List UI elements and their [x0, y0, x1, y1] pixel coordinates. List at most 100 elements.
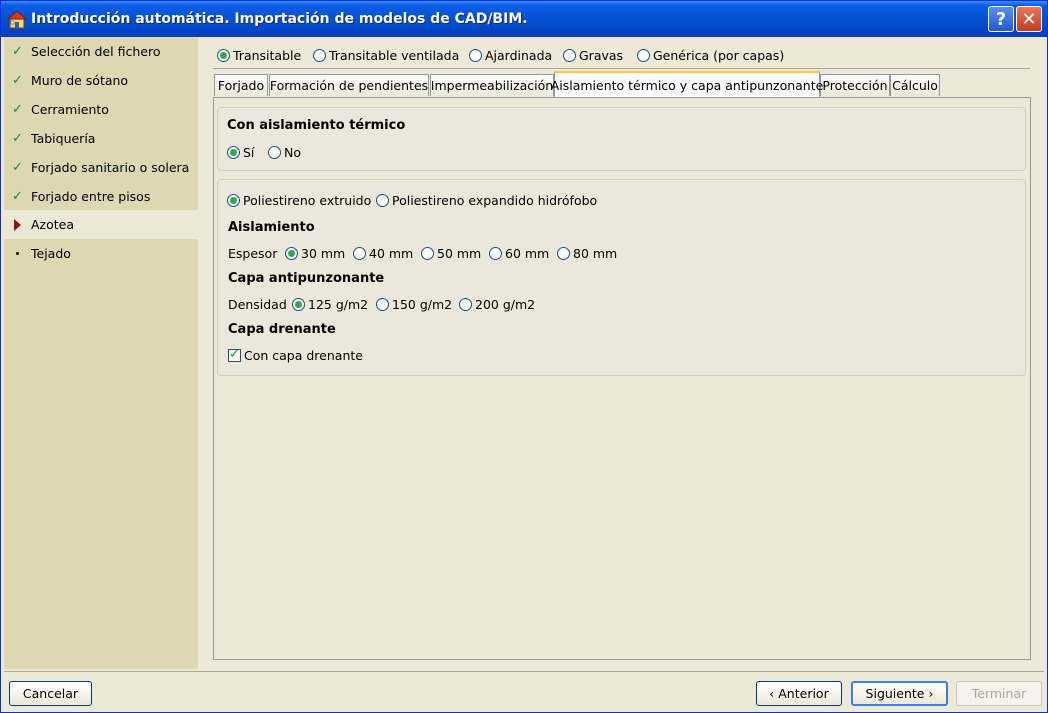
sidebar-item-tabiqueria[interactable]: ✓ Tabiquería: [4, 124, 198, 153]
tab-impermeabilizacion[interactable]: Impermeabilización: [430, 74, 554, 96]
separator: [213, 68, 1030, 69]
sidebar-item-label: Forjado entre pisos: [31, 189, 151, 204]
radio-icon[interactable]: [376, 194, 389, 207]
pending-dot-icon: [16, 252, 19, 255]
insulation-title: Aislamiento: [228, 220, 315, 235]
radio-selected-icon[interactable]: [292, 298, 305, 311]
sidebar-item-label: Selección del fichero: [31, 44, 161, 59]
radio-icon[interactable]: [469, 49, 482, 62]
radio-label: Gravas: [579, 48, 624, 63]
radio-density-125[interactable]: 125 g/m2: [292, 297, 368, 312]
sidebar-item-muro-sotano[interactable]: ✓ Muro de sótano: [4, 66, 198, 95]
sidebar-item-label: Tejado: [31, 246, 71, 261]
title-bar[interactable]: Introducción automática. Importación de …: [1, 1, 1047, 37]
close-icon: ✕: [1021, 8, 1037, 30]
drainage-checkbox[interactable]: Con capa drenante: [228, 347, 363, 363]
radio-icon[interactable]: [557, 247, 570, 260]
radio-density-200[interactable]: 200 g/m2: [459, 297, 535, 312]
radio-thickness-60[interactable]: 60 mm: [489, 246, 549, 261]
radio-icon[interactable]: [376, 298, 389, 311]
radio-label: 125 g/m2: [308, 297, 369, 312]
radio-label: Transitable ventilada: [329, 48, 460, 63]
radio-selected-icon[interactable]: [285, 247, 298, 260]
radio-icon[interactable]: [563, 49, 576, 62]
thickness-label: Espesor: [228, 246, 278, 261]
radio-selected-icon[interactable]: [227, 194, 240, 207]
radio-label: 200 g/m2: [475, 297, 536, 312]
checkbox-checked-icon[interactable]: [228, 347, 241, 362]
checkmark-icon: ✓: [12, 160, 23, 175]
radio-label: Genérica (por capas): [653, 48, 785, 63]
radio-selected-icon[interactable]: [227, 146, 240, 159]
radio-thickness-50[interactable]: 50 mm: [421, 246, 481, 261]
tab-formacion-pendientes[interactable]: Formación de pendientes: [269, 74, 429, 96]
prev-button[interactable]: ‹ Anterior: [756, 681, 842, 706]
sidebar-item-azotea[interactable]: Azotea: [4, 210, 198, 239]
tab-aislamiento[interactable]: Aislamiento térmico y capa antipunzonant…: [551, 71, 823, 97]
radio-label: Sí: [243, 145, 255, 160]
cancel-button[interactable]: Cancelar: [9, 681, 92, 706]
sidebar-item-forjado-pisos[interactable]: ✓ Forjado entre pisos: [4, 182, 198, 211]
radio-gravas[interactable]: Gravas: [563, 48, 623, 63]
radio-label: 60 mm: [505, 246, 550, 261]
finish-button[interactable]: Terminar: [956, 681, 1042, 706]
radio-icon[interactable]: [268, 146, 281, 159]
radio-transitable-ventilada[interactable]: Transitable ventilada: [313, 48, 459, 63]
radio-icon[interactable]: [489, 247, 502, 260]
window-title: Introducción automática. Importación de …: [31, 11, 528, 27]
radio-eps[interactable]: Poliestireno expandido hidrófobo: [376, 193, 597, 208]
sidebar-item-label: Azotea: [31, 217, 75, 232]
sidebar-item-cerramiento[interactable]: ✓ Cerramiento: [4, 95, 198, 124]
sidebar-item-tejado[interactable]: Tejado: [4, 239, 198, 268]
close-button[interactable]: ✕: [1016, 6, 1042, 32]
radio-selected-icon[interactable]: [217, 49, 230, 62]
tab-label: Impermeabilización: [430, 78, 554, 93]
insulation-group: Poliestireno extruido Poliestireno expan…: [217, 179, 1026, 376]
sidebar-item-seleccion-fichero[interactable]: ✓ Selección del fichero: [4, 37, 198, 66]
thermal-group: Con aislamiento térmico Sí No: [217, 107, 1026, 171]
radio-label: 40 mm: [369, 246, 414, 261]
radio-density-150[interactable]: 150 g/m2: [376, 297, 452, 312]
tab-proteccion[interactable]: Protección: [820, 74, 890, 96]
app-house-icon: [7, 10, 27, 29]
radio-thickness-40[interactable]: 40 mm: [353, 246, 413, 261]
help-icon: ?: [995, 8, 1007, 30]
radio-label: Transitable: [233, 48, 302, 63]
checkmark-icon: ✓: [12, 189, 23, 204]
main-content: Transitable Transitable ventilada Ajardi…: [198, 37, 1047, 669]
separator: [4, 671, 1044, 672]
tab-calculo[interactable]: Cálculo: [890, 74, 940, 96]
dialog-window: Introducción automática. Importación de …: [0, 0, 1048, 713]
tab-forjado[interactable]: Forjado: [214, 74, 268, 96]
sidebar-item-label: Cerramiento: [31, 102, 109, 117]
radio-thermal-no[interactable]: No: [268, 145, 301, 160]
drainage-title: Capa drenante: [228, 322, 336, 337]
radio-thermal-si[interactable]: Sí: [227, 145, 254, 160]
radio-label: 150 g/m2: [392, 297, 453, 312]
button-label: Terminar: [971, 686, 1027, 701]
tab-label: Aislamiento térmico y capa antipunzonant…: [550, 77, 824, 93]
density-label: Densidad: [228, 297, 287, 312]
sidebar-item-forjado-sanitario[interactable]: ✓ Forjado sanitario o solera: [4, 153, 198, 182]
radio-label: 80 mm: [573, 246, 618, 261]
next-button[interactable]: Siguiente ›: [851, 681, 948, 706]
radio-icon[interactable]: [353, 247, 366, 260]
radio-thickness-80[interactable]: 80 mm: [557, 246, 617, 261]
checkbox-label: Con capa drenante: [244, 348, 363, 363]
help-button[interactable]: ?: [988, 6, 1014, 32]
sidebar-item-label: Muro de sótano: [31, 73, 129, 88]
checkmark-icon: ✓: [12, 73, 23, 88]
sidebar-item-label: Tabiquería: [31, 131, 96, 146]
radio-icon[interactable]: [313, 49, 326, 62]
radio-transitable[interactable]: Transitable: [217, 48, 301, 63]
radio-ajardinada[interactable]: Ajardinada: [469, 48, 552, 63]
radio-icon[interactable]: [459, 298, 472, 311]
radio-generica[interactable]: Genérica (por capas): [637, 48, 784, 63]
radio-icon[interactable]: [637, 49, 650, 62]
checkmark-icon: ✓: [12, 131, 23, 146]
tab-label: Protección: [822, 78, 888, 93]
button-label: Cancelar: [22, 686, 79, 701]
radio-icon[interactable]: [421, 247, 434, 260]
radio-thickness-30[interactable]: 30 mm: [285, 246, 345, 261]
radio-xps[interactable]: Poliestireno extruido: [227, 193, 371, 208]
